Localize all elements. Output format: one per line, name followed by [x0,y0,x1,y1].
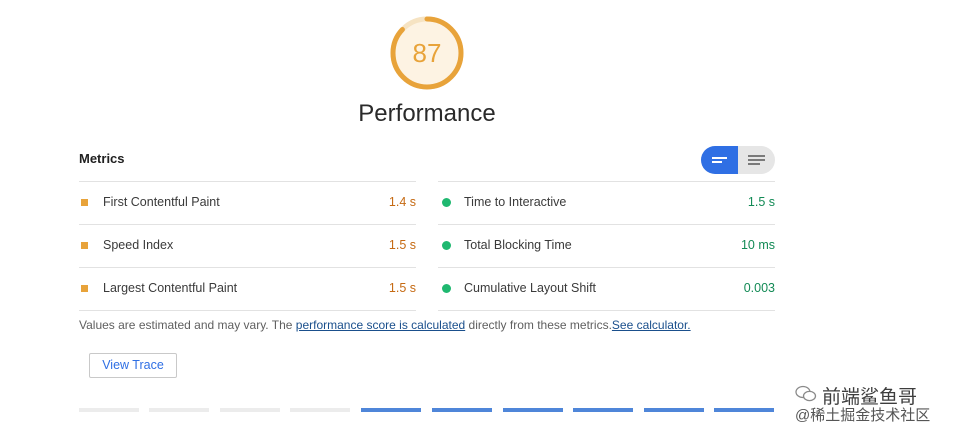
watermark-source: @稀土掘金技术社区 [795,407,931,424]
lines-compact-icon [712,157,727,163]
metric-row-largest-contentful-paint: Largest Contentful Paint 1.5 s [79,267,416,311]
filmstrip-thumbnail [149,408,209,412]
pass-circle-icon [442,198,451,207]
metrics-footnote: Values are estimated and may vary. The p… [79,318,691,332]
filmstrip-thumbnail [79,408,139,412]
metric-row-first-contentful-paint: First Contentful Paint 1.4 s [79,181,416,224]
pass-circle-icon [442,284,451,293]
metric-label: Largest Contentful Paint [103,281,238,295]
see-calculator-link[interactable]: See calculator. [612,318,691,332]
compact-view-button[interactable] [701,146,738,174]
metric-row-time-to-interactive: Time to Interactive 1.5 s [438,181,775,224]
pass-circle-icon [442,241,451,250]
metric-row-cumulative-layout-shift: Cumulative Layout Shift 0.003 [438,267,775,311]
score-value: 87 [412,38,442,68]
expanded-view-button[interactable] [738,146,775,174]
filmstrip-thumbnail [644,408,704,412]
average-square-icon [81,199,88,206]
metric-row-speed-index: Speed Index 1.5 s [79,224,416,267]
metrics-column-left: First Contentful Paint 1.4 s Speed Index… [79,181,416,311]
average-square-icon [81,285,88,292]
filmstrip-thumbnail [432,408,492,412]
filmstrip-thumbnail [290,408,350,412]
filmstrip-thumbnail [503,408,563,412]
footnote-text: directly from these metrics. [465,318,612,332]
view-trace-button[interactable]: View Trace [89,353,177,378]
metric-label: First Contentful Paint [103,195,220,209]
wechat-icon [795,385,817,402]
metric-value: 1.5 s [388,238,416,252]
filmstrip-thumbnail [220,408,280,412]
lines-expanded-icon [748,155,765,165]
metric-label: Time to Interactive [464,195,567,209]
filmstrip-thumbnail [714,408,774,412]
metric-value: 1.5 s [388,281,416,295]
metric-value: 1.5 s [747,195,775,209]
score-calculation-link[interactable]: performance score is calculated [296,318,465,332]
average-square-icon [81,242,88,249]
metrics-column-right: Time to Interactive 1.5 s Total Blocking… [438,181,775,311]
metrics-view-toggle[interactable] [701,146,775,174]
filmstrip-thumbnail [573,408,633,412]
metric-value: 1.4 s [388,195,416,209]
metric-label: Speed Index [103,238,174,252]
category-title: Performance [358,100,496,127]
filmstrip-thumbnail [361,408,421,412]
metrics-heading: Metrics [79,151,125,166]
metric-label: Cumulative Layout Shift [464,281,597,295]
metric-label: Total Blocking Time [464,238,572,252]
footnote-text: Values are estimated and may vary. The [79,318,296,332]
metric-value: 10 ms [740,238,775,252]
metric-value: 0.003 [743,281,775,295]
metric-row-total-blocking-time: Total Blocking Time 10 ms [438,224,775,267]
